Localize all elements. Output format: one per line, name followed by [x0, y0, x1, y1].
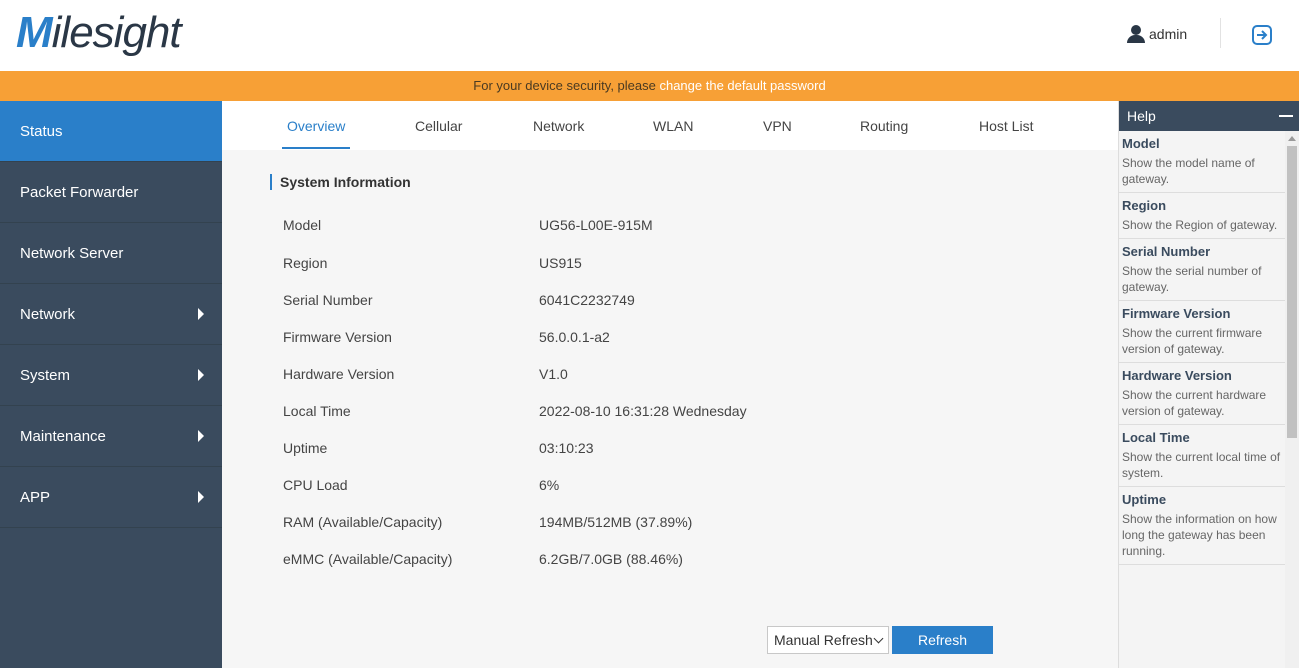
- caret-right-icon: [198, 369, 204, 381]
- tab-host-list[interactable]: Host List: [979, 118, 1033, 134]
- help-item: Local Time Show the current local time of…: [1119, 425, 1286, 487]
- tab-overview[interactable]: Overview: [287, 118, 345, 134]
- help-item: Model Show the model name of gateway.: [1119, 131, 1286, 193]
- help-item: Uptime Show the information on how long t…: [1119, 487, 1286, 565]
- collapse-icon[interactable]: [1279, 115, 1293, 117]
- tab-wlan[interactable]: WLAN: [653, 118, 693, 134]
- main-content: Overview Cellular Network WLAN VPN Routi…: [222, 101, 1118, 668]
- sidebar-item-packet-forwarder[interactable]: Packet Forwarder: [0, 162, 222, 223]
- help-item: Region Show the Region of gateway.: [1119, 193, 1286, 239]
- chevron-down-icon: [873, 633, 884, 643]
- sidebar-item-status[interactable]: Status: [0, 101, 222, 162]
- notice-text: For your device security, please: [473, 78, 660, 93]
- user-menu[interactable]: admin: [1127, 25, 1187, 43]
- caret-right-icon: [198, 430, 204, 442]
- tab-network[interactable]: Network: [533, 118, 584, 134]
- sidebar-item-system[interactable]: System: [0, 345, 222, 406]
- tab-bar: Overview Cellular Network WLAN VPN Routi…: [222, 101, 1118, 150]
- help-item: Serial Number Show the serial number of g…: [1119, 239, 1286, 301]
- sidebar-item-maintenance[interactable]: Maintenance: [0, 406, 222, 467]
- caret-right-icon: [198, 308, 204, 320]
- security-notice: For your device security, please change …: [0, 71, 1299, 101]
- tab-routing[interactable]: Routing: [860, 118, 908, 134]
- user-icon: [1127, 25, 1145, 43]
- sidebar-item-app[interactable]: APP: [0, 467, 222, 528]
- header-divider: [1220, 18, 1221, 48]
- scroll-thumb[interactable]: [1287, 146, 1297, 438]
- scroll-up-icon[interactable]: [1288, 136, 1296, 141]
- help-body: Model Show the model name of gateway. Reg…: [1119, 131, 1286, 565]
- sidebar: Status Packet Forwarder Network Server N…: [0, 101, 222, 668]
- refresh-button[interactable]: Refresh: [892, 626, 993, 654]
- header: Milesight admin: [0, 0, 1299, 71]
- help-header: Help: [1119, 101, 1299, 131]
- caret-right-icon: [198, 491, 204, 503]
- tab-vpn[interactable]: VPN: [763, 118, 792, 134]
- sidebar-item-network-server[interactable]: Network Server: [0, 223, 222, 284]
- sidebar-item-network[interactable]: Network: [0, 284, 222, 345]
- logout-icon[interactable]: [1251, 24, 1273, 46]
- change-password-link[interactable]: change the default password: [659, 78, 825, 93]
- help-panel: Help Model Show the model name of gateway…: [1118, 101, 1299, 668]
- tab-cellular[interactable]: Cellular: [415, 118, 462, 134]
- help-item: Firmware Version Show the current firmwar…: [1119, 301, 1286, 363]
- username: admin: [1149, 26, 1188, 42]
- refresh-mode-select[interactable]: Manual Refresh: [767, 626, 889, 654]
- milesight-logo[interactable]: Milesight: [16, 8, 182, 58]
- active-tab-indicator: [282, 147, 350, 149]
- section-title: System Information: [270, 174, 411, 190]
- help-item: Hardware Version Show the current hardwar…: [1119, 363, 1286, 425]
